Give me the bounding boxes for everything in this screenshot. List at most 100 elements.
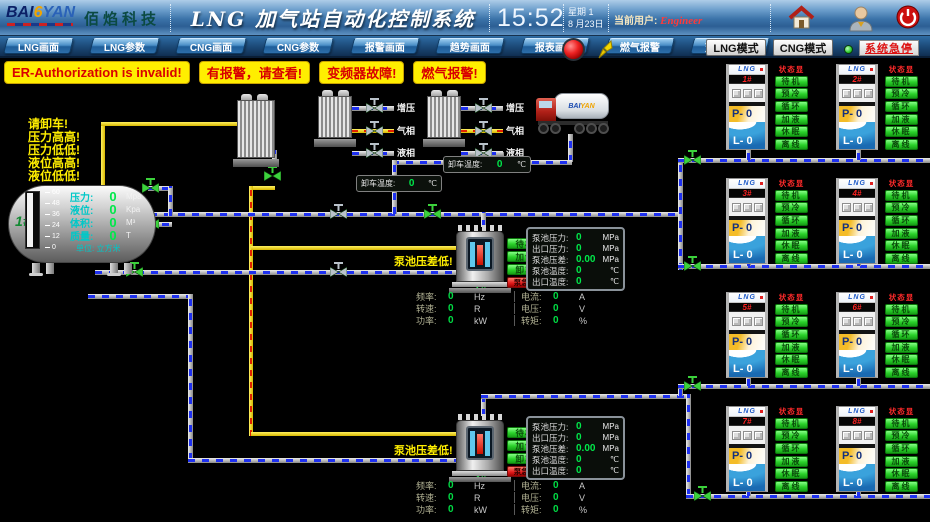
valve-icon[interactable] [366, 98, 383, 113]
dispenser-state-button[interactable]: 预冷 [775, 430, 808, 441]
system-estop-button[interactable]: 系统急停 [859, 40, 919, 56]
dispenser-state-button[interactable]: 离线 [885, 481, 918, 492]
pump-data-label: 出口温度: [532, 465, 576, 477]
valve-icon[interactable] [684, 256, 701, 271]
dispenser-state-button[interactable]: 待机 [885, 304, 918, 315]
dispenser-state-button[interactable]: 休眠 [885, 126, 918, 137]
dispenser-state-button[interactable]: 待机 [775, 190, 808, 201]
power-button-icon[interactable] [896, 5, 920, 29]
dispenser-state-button[interactable]: 加液 [885, 228, 918, 239]
valve-icon[interactable] [475, 121, 492, 136]
indicator-dot [870, 296, 873, 299]
dispenser-state-button[interactable]: 待机 [775, 76, 808, 87]
dispenser-state-button[interactable]: 休眠 [775, 354, 808, 365]
vfd-value: 0 [448, 315, 474, 326]
dispenser-state-button[interactable]: 加液 [775, 114, 808, 125]
pipe [568, 134, 573, 162]
dispenser-state-button[interactable]: 循环 [775, 101, 808, 112]
pump-data-value: 0 [576, 432, 597, 443]
vaporizer-body [427, 96, 461, 138]
dispenser-state-button[interactable]: 预冷 [885, 430, 918, 441]
dispenser-state-button[interactable]: 待机 [885, 190, 918, 201]
nav-tab[interactable]: LNG参数 [89, 38, 160, 54]
nav-tab[interactable]: 趋势画面 [435, 38, 505, 54]
current-user: 当前用户: Engineer [614, 12, 702, 27]
dispenser-state-button[interactable]: 加液 [775, 456, 808, 467]
valve-icon[interactable] [694, 486, 711, 501]
truck-tank: BAIYAN [554, 93, 609, 119]
valve-icon[interactable] [330, 204, 347, 219]
dispenser-state-button[interactable]: 循环 [775, 329, 808, 340]
dispenser-state-button[interactable]: 离线 [885, 139, 918, 150]
dispenser-state-button[interactable]: 预冷 [885, 316, 918, 327]
dispenser-state-button[interactable]: 离线 [885, 367, 918, 378]
nav-tabs: LNG画面LNG参数CNG画面CNG参数报警画面趋势画面报表画面燃气报警变频器故… [5, 38, 768, 54]
dispenser-state-button[interactable]: 休眠 [775, 240, 808, 251]
dispenser-state-button[interactable]: 休眠 [885, 468, 918, 479]
valve-icon[interactable] [684, 376, 701, 391]
dispenser-body: LNG 6# P- 0 L- 0 [836, 292, 878, 378]
dispenser-state-button[interactable]: 循环 [885, 329, 918, 340]
dispenser-state-button[interactable]: 循环 [775, 443, 808, 454]
dispenser-state-button[interactable]: 循环 [885, 215, 918, 226]
dispenser-state-button[interactable]: 离线 [775, 367, 808, 378]
dispenser-state-button[interactable]: 离线 [775, 253, 808, 264]
line-label-gas: 气相 [506, 124, 524, 137]
dispenser-state-button[interactable]: 加液 [775, 228, 808, 239]
company-logo: BAI6YAN [6, 5, 75, 21]
dispenser-state-button[interactable]: 循环 [885, 101, 918, 112]
dispenser-state-button[interactable]: 待机 [885, 76, 918, 87]
vfd-value: 0 [553, 291, 579, 302]
valve-icon[interactable] [424, 204, 441, 219]
valve-icon[interactable] [366, 121, 383, 136]
pump-data-row: 泵池压差: 0.00 MPa [532, 443, 619, 454]
dispenser-state-button[interactable]: 加液 [775, 342, 808, 353]
dispenser-state-button[interactable]: 休眠 [775, 468, 808, 479]
dispenser-state-button[interactable]: 离线 [885, 253, 918, 264]
dispenser-state-button[interactable]: 休眠 [885, 240, 918, 251]
cng-mode-button[interactable]: CNG模式 [773, 39, 833, 56]
pump-data-unit: ℃ [597, 266, 619, 275]
dispenser-state-button[interactable]: 预冷 [775, 88, 808, 99]
vfd-unit: V [579, 304, 585, 314]
dispenser-state-button[interactable]: 循环 [885, 443, 918, 454]
dispenser-state-button[interactable]: 离线 [775, 139, 808, 150]
dispenser-state-button[interactable]: 加液 [885, 114, 918, 125]
indicator-dot [870, 410, 873, 413]
dispenser-status-column: 状态显示 待机预冷循环加液休眠离线 [775, 406, 808, 492]
dispenser-brand: LNG [839, 65, 875, 75]
dispenser-state-button[interactable]: 休眠 [885, 354, 918, 365]
dispenser-state-button[interactable]: 加液 [885, 456, 918, 467]
pump-data-unit: MPa [597, 255, 619, 264]
nav-tab[interactable]: LNG画面 [3, 38, 74, 54]
status-led [844, 45, 853, 54]
lng-mode-button[interactable]: LNG模式 [706, 39, 766, 56]
dispenser-state-button[interactable]: 离线 [775, 481, 808, 492]
dispenser-state-button[interactable]: 预冷 [885, 88, 918, 99]
valve-icon[interactable] [366, 143, 383, 158]
dispenser-state-button[interactable]: 加液 [885, 342, 918, 353]
dispenser-state-button[interactable]: 循环 [775, 215, 808, 226]
dispenser-state-button[interactable]: 待机 [775, 304, 808, 315]
pump-data-row: 泵池压差: 0.00 MPa [532, 254, 619, 265]
valve-icon[interactable] [330, 262, 347, 277]
alarm-indicator-button[interactable] [562, 38, 585, 61]
dispenser-state-button[interactable]: 待机 [885, 418, 918, 429]
dispenser-state-button[interactable]: 预冷 [885, 202, 918, 213]
valve-icon[interactable] [684, 150, 701, 165]
pump-data-value: 0.00 [576, 443, 597, 454]
user-icon[interactable] [848, 4, 874, 32]
valve-icon[interactable] [475, 98, 492, 113]
dispenser-state-button[interactable]: 预冷 [775, 202, 808, 213]
valve-icon[interactable] [264, 166, 281, 181]
dispenser-state-button[interactable]: 待机 [775, 418, 808, 429]
dispenser-state-button[interactable]: 休眠 [775, 126, 808, 137]
home-icon[interactable] [788, 5, 815, 31]
nav-tab[interactable]: CNG画面 [175, 38, 247, 54]
nav-tab[interactable]: CNG参数 [262, 38, 334, 54]
dispenser-body: LNG 8# P- 0 L- 0 [836, 406, 878, 492]
dispenser-state-button[interactable]: 预冷 [775, 316, 808, 327]
nav-tab[interactable]: 燃气报警 [605, 38, 675, 54]
nav-tab[interactable]: 报警画面 [350, 38, 420, 54]
pump-warning-text: 泵池压差低! [394, 253, 453, 269]
